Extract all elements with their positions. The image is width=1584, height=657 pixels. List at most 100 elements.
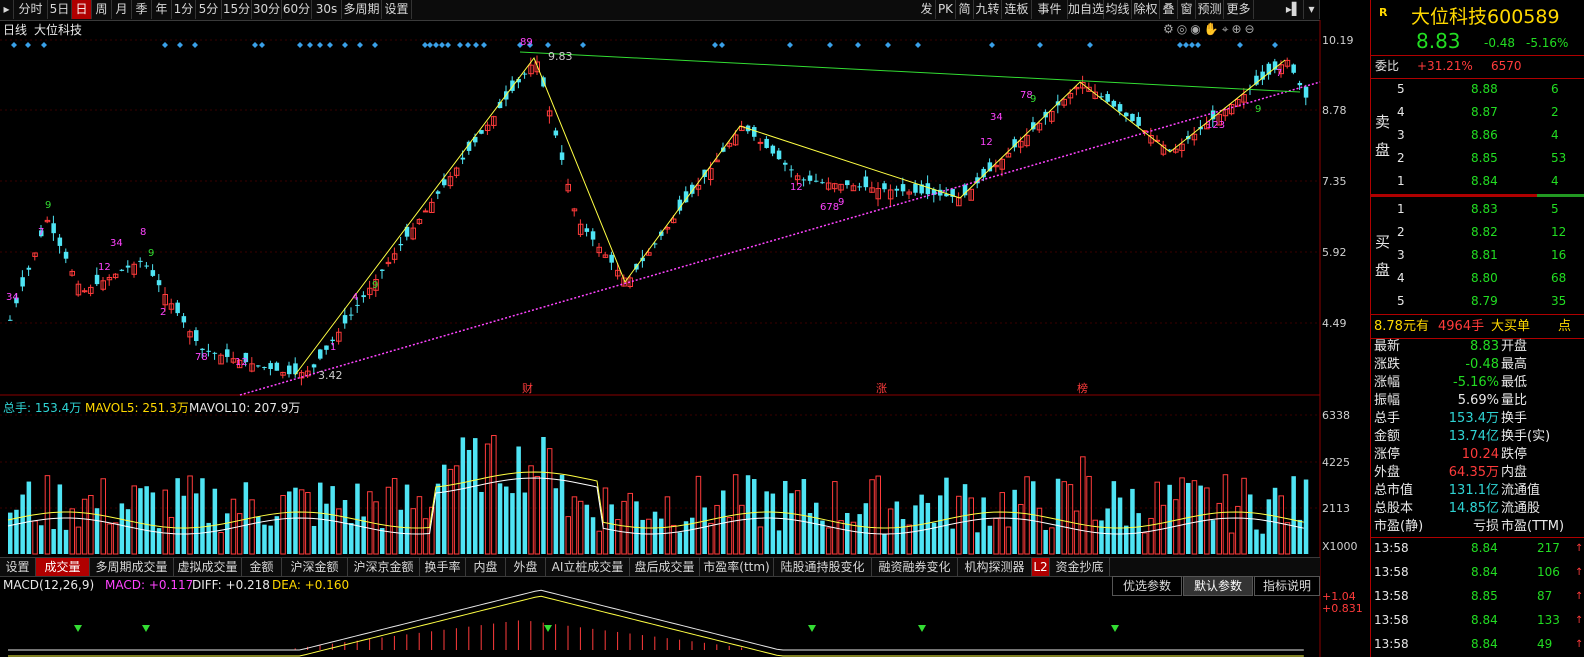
period-tab[interactable]: 15分 <box>222 0 252 19</box>
view-icon[interactable]: ◉ <box>1190 22 1203 36</box>
indicator-tab[interactable]: 内盘 <box>466 558 506 576</box>
indicator-tab[interactable]: L2 <box>1032 558 1050 576</box>
indicator-tab[interactable]: 设置 <box>0 558 36 576</box>
indicator-tab[interactable]: 市盈率(ttm) <box>700 558 774 576</box>
indicator-tab[interactable]: 陆股通持股变化 <box>774 558 872 576</box>
toolbar-tab[interactable]: 加自选 <box>1068 0 1104 19</box>
candle-down <box>522 73 528 75</box>
period-tab[interactable]: 分时 <box>14 0 48 19</box>
order-book-row[interactable]: 1 8.83 5 <box>1371 199 1584 220</box>
hand-icon[interactable]: ✋ <box>1204 22 1222 36</box>
toolbar-tab[interactable]: 九转 <box>974 0 1002 19</box>
indicator-tab[interactable]: AI立桩成交量 <box>546 558 630 576</box>
order-book-row[interactable]: 5 8.79 35 <box>1371 291 1584 312</box>
candle-down <box>20 277 25 287</box>
tick-time: 13:58 <box>1374 541 1409 555</box>
order-book-row[interactable]: 3 8.86 4 <box>1371 125 1584 146</box>
order-book-row[interactable]: 4 8.80 68 <box>1371 268 1584 289</box>
event-marker-finance[interactable]: 财 <box>522 380 533 396</box>
volume-bar-down <box>287 491 292 554</box>
indicator-tab[interactable]: 换手率 <box>420 558 466 576</box>
indicator-tab[interactable]: 融资融券变化 <box>872 558 958 576</box>
candle-down <box>1291 64 1296 73</box>
toolbar-tab[interactable]: PK <box>936 0 956 19</box>
indicator-tab[interactable]: 金额 <box>242 558 282 576</box>
period-tab[interactable]: 1分 <box>172 0 196 19</box>
order-book-row[interactable]: 3 8.81 16 <box>1371 245 1584 266</box>
event-marker-limit[interactable]: 涨 <box>876 380 887 396</box>
volume-bar-down <box>1031 481 1036 554</box>
period-tab[interactable]: 季 <box>132 0 152 19</box>
toolbar-tab[interactable]: 简 <box>956 0 974 19</box>
order-book-row[interactable]: 4 8.87 2 <box>1371 102 1584 123</box>
nine-count-label: 34 <box>110 238 123 249</box>
indicator-tab[interactable]: 沪深京金额 <box>348 558 420 576</box>
indicator-tab[interactable]: 机构探测器 <box>958 558 1032 576</box>
order-book-row[interactable]: 1 8.84 4 <box>1371 171 1584 192</box>
book-price: 8.79 <box>1471 294 1498 308</box>
stat-key-2: 跌停 <box>1501 447 1528 462</box>
order-book-row[interactable]: 5 8.88 6 <box>1371 79 1584 100</box>
zoom-out-icon[interactable]: ⊖ <box>1245 22 1258 36</box>
toolbar-tab[interactable]: 均线 <box>1104 0 1132 19</box>
eye-icon[interactable]: ◎ <box>1177 22 1190 36</box>
candle-down <box>125 265 131 268</box>
period-tab[interactable]: 月 <box>112 0 132 19</box>
volume-bar-up <box>850 521 857 555</box>
order-book-row[interactable]: 2 8.85 53 <box>1371 148 1584 169</box>
tick-row: 13:58 8.84 49 ↑ <box>1371 634 1584 655</box>
toolbar-collapse-icon[interactable]: ▸ <box>0 0 14 19</box>
candle-down <box>863 176 869 188</box>
toolbar-tab[interactable]: 除权 <box>1132 0 1160 19</box>
volume-bar-down <box>1303 479 1309 554</box>
indicator-tab[interactable]: 沪深金额 <box>282 558 348 576</box>
book-level: 4 <box>1397 105 1405 119</box>
signal-diamond <box>1183 42 1189 48</box>
big-order-row[interactable]: 8.78元有 4964手 大买单 点 <box>1371 316 1584 337</box>
period-tab[interactable]: 设置 <box>382 0 412 19</box>
indicator-tab[interactable]: 虚拟成交量 <box>174 558 242 576</box>
volume-bar-down <box>1099 520 1104 554</box>
book-volume: 4 <box>1551 174 1559 188</box>
toolbar-tab[interactable]: 连板 <box>1002 0 1032 19</box>
volume-bar-down <box>1186 482 1191 554</box>
indicator-tab[interactable]: 资金抄底 <box>1050 558 1110 576</box>
period-tab[interactable]: 30s <box>312 0 342 19</box>
indicator-help-button[interactable]: 指标说明 <box>1254 576 1320 596</box>
indicator-tab[interactable]: 多周期成交量 <box>90 558 174 576</box>
period-tab[interactable]: 周 <box>92 0 112 19</box>
toolbar-dropdown-icon[interactable]: ▾ <box>1304 0 1320 19</box>
candle-down <box>770 145 776 154</box>
toolbar-tab[interactable]: 更多 <box>1224 0 1254 19</box>
period-tab[interactable]: 日 <box>72 0 92 19</box>
volume-bar-down <box>194 493 199 554</box>
volume-bar-up <box>602 487 609 555</box>
indicator-tab[interactable]: 盘后成交量 <box>630 558 700 576</box>
zoom-in-icon[interactable]: ⊕ <box>1231 22 1244 36</box>
toolbar-tab[interactable]: 叠 <box>1160 0 1178 19</box>
period-tab[interactable]: 5日 <box>48 0 72 19</box>
indicator-tab[interactable]: 成交量 <box>36 558 90 576</box>
toolbar-tab[interactable]: 事件 <box>1032 0 1068 19</box>
period-tab[interactable]: 年 <box>152 0 172 19</box>
volume-bar-down <box>1136 513 1141 554</box>
volume-bar-down <box>349 523 354 554</box>
period-tab[interactable]: 60分 <box>282 0 312 19</box>
period-tab[interactable]: 5分 <box>196 0 222 19</box>
toolbar-tab[interactable]: 预测 <box>1196 0 1224 19</box>
settings-icon[interactable]: ⚙ <box>1163 22 1177 36</box>
optimal-params-button[interactable]: 优选参数 <box>1112 576 1182 596</box>
cursor-icon[interactable]: ⌖ <box>1222 22 1232 36</box>
default-params-button[interactable]: 默认参数 <box>1183 576 1253 596</box>
toolbar-tab[interactable]: 发 <box>918 0 936 19</box>
quote-stock-name: 大位科技 <box>1411 6 1488 28</box>
mavol5-label: MAVOL5: 251.3万 <box>85 401 189 415</box>
period-tab[interactable]: 多周期 <box>342 0 382 19</box>
toolbar-fullscreen-icon[interactable]: ▸▌ <box>1284 0 1304 19</box>
period-tab[interactable]: 30分 <box>252 0 282 19</box>
event-marker-list[interactable]: 榜 <box>1077 380 1088 396</box>
order-book-row[interactable]: 2 8.82 12 <box>1371 222 1584 243</box>
toolbar-tab[interactable]: 窗 <box>1178 0 1196 19</box>
volume-bar-down <box>138 488 143 554</box>
indicator-tab[interactable]: 外盘 <box>506 558 546 576</box>
